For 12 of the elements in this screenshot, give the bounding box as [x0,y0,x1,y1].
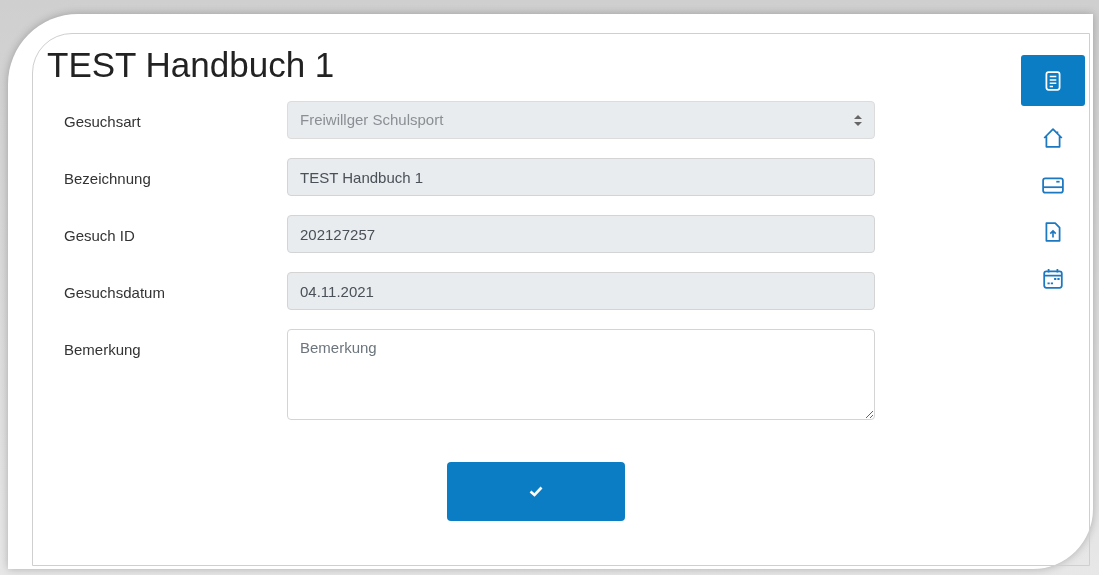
field-label: Gesuchsart [63,112,142,132]
field-label: Bemerkung [63,340,142,360]
sort-caret-icon [854,114,862,126]
checkmark-icon [529,486,543,497]
field-label: Gesuchsdatum [63,283,166,303]
remark-field[interactable]: Bemerkung [287,329,875,420]
house-icon [1042,127,1064,149]
field-label: Gesuch ID [63,226,136,246]
field-label: Bezeichnung [63,169,152,189]
nav-button[interactable] [1021,55,1085,106]
calendar-icon [1042,268,1064,290]
page-title: TEST Handbuch 1 [47,45,335,85]
